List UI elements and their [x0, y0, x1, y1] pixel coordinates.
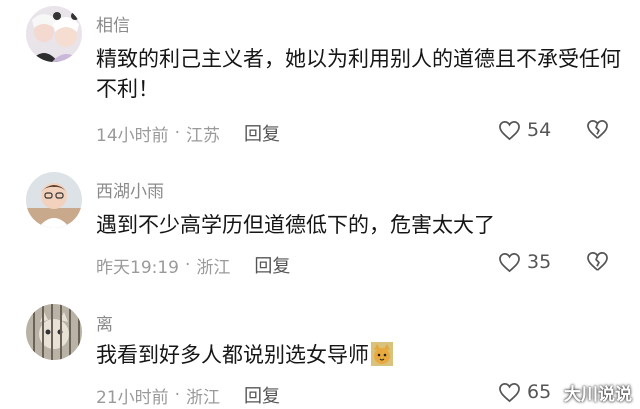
- comment-text-row: 我看到好多人都说别选女导师: [96, 340, 621, 370]
- dislike-button[interactable]: [586, 119, 609, 144]
- avatar[interactable]: [26, 6, 82, 62]
- comment-location: 江苏: [186, 125, 221, 146]
- comment-username[interactable]: 西湖小雨: [96, 177, 164, 202]
- reply-button[interactable]: 回复: [244, 382, 280, 408]
- reply-button[interactable]: 回复: [244, 120, 280, 146]
- comment-time: 昨天19:19: [96, 257, 179, 278]
- watermark: 大川说说: [564, 385, 632, 405]
- comment-location: 浙江: [186, 387, 221, 408]
- like-button[interactable]: 54: [498, 119, 551, 141]
- like-button[interactable]: 35: [498, 251, 551, 273]
- heart-icon: [499, 382, 520, 402]
- separator: ·: [185, 255, 191, 275]
- avatar[interactable]: [26, 172, 82, 228]
- comment-text: 精致的利己主义者，她以为利用别人的道德且不承受任何不利！: [96, 47, 621, 101]
- comment-time: 14小时前: [96, 125, 169, 146]
- comment-item-1: 相信 精致的利己主义者，她以为利用别人的道德且不承受任何不利！ 14小时前 · …: [0, 0, 640, 148]
- comment-username[interactable]: 离: [96, 310, 113, 335]
- like-count: 35: [527, 251, 552, 273]
- like-count: 65: [527, 381, 552, 403]
- comment-text: 遇到不少高学历但道德低下的，危害太大了: [96, 213, 495, 237]
- comment-item-2: 西湖小雨 遇到不少高学历但道德低下的，危害太大了 昨天19:19 · 浙江 回复…: [0, 168, 640, 288]
- cat-emoji-icon: [371, 342, 393, 366]
- comment-item-3: 离 我看到好多人都说别选女导师 21小时前 · 浙江 回复 65: [0, 300, 640, 409]
- comment-time: 21小时前: [96, 387, 169, 408]
- comment-location: 浙江: [196, 257, 231, 278]
- separator: ·: [174, 123, 181, 143]
- separator: ·: [174, 385, 181, 405]
- comment-meta: 14小时前 · 江苏 回复: [96, 120, 280, 146]
- broken-heart-icon: [587, 120, 608, 139]
- like-button[interactable]: 65: [498, 381, 551, 403]
- comment-meta: 21小时前 · 浙江 回复: [96, 382, 280, 408]
- comment-username[interactable]: 相信: [96, 11, 130, 36]
- comment-meta: 昨天19:19 · 浙江 回复: [96, 252, 290, 278]
- comment-text: 我看到好多人都说别选女导师: [96, 343, 369, 367]
- avatar[interactable]: [26, 304, 82, 360]
- reply-button[interactable]: 回复: [254, 252, 290, 278]
- dislike-button[interactable]: [586, 251, 609, 276]
- broken-heart-icon: [587, 252, 608, 271]
- heart-icon: [499, 120, 520, 140]
- heart-icon: [499, 252, 520, 272]
- like-count: 54: [527, 119, 552, 141]
